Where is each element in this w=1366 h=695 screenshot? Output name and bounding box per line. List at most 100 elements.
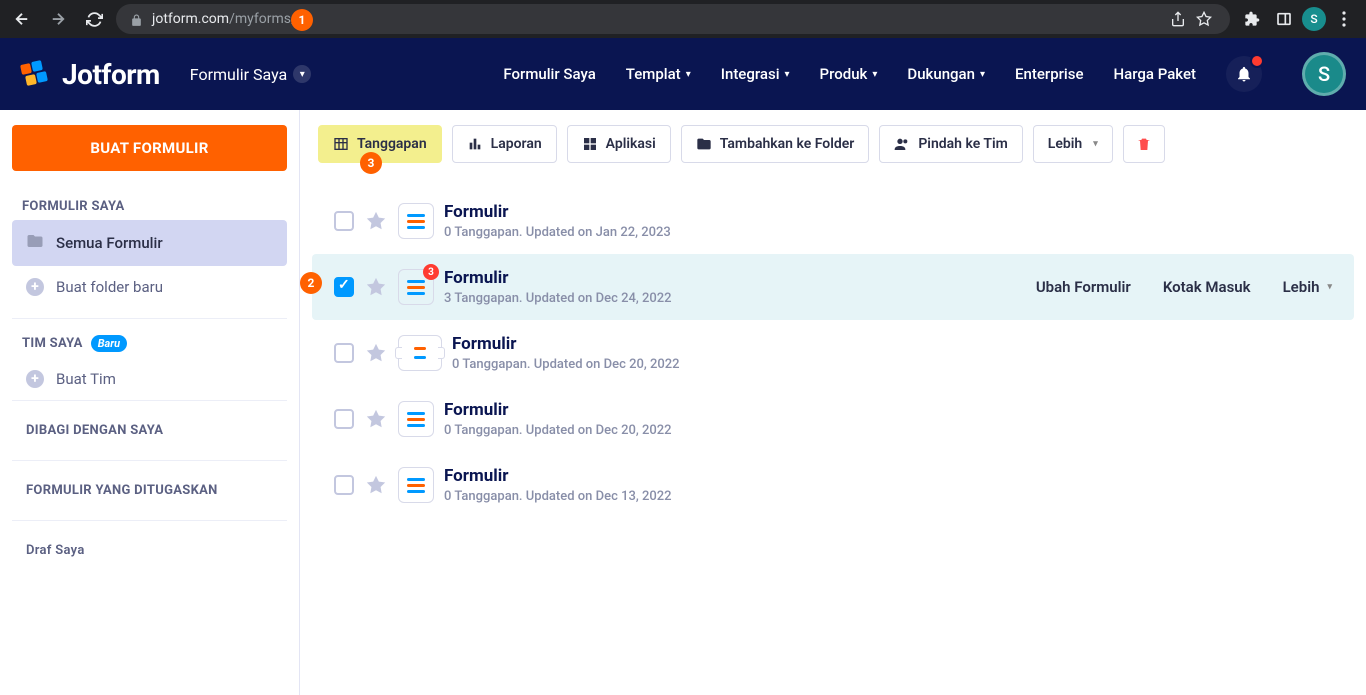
laporan-button[interactable]: Laporan xyxy=(452,125,557,163)
divider xyxy=(12,318,287,319)
form-title: Formulir xyxy=(452,334,1332,354)
notifications-button[interactable] xyxy=(1226,56,1262,92)
form-info[interactable]: Formulir3 Tanggapan. Updated on Dec 24, … xyxy=(444,268,1026,306)
nav-formulir-saya[interactable]: Formulir Saya xyxy=(503,65,595,83)
user-avatar[interactable]: S xyxy=(1302,52,1346,96)
badge-new: Baru xyxy=(91,335,127,352)
form-icon[interactable] xyxy=(398,203,434,239)
folder-icon xyxy=(26,232,44,254)
sidebar-item-label: Semua Formulir xyxy=(56,234,163,252)
create-form-button[interactable]: BUAT FORMULIR xyxy=(12,125,287,171)
grid-icon xyxy=(582,136,598,152)
trash-icon xyxy=(1136,136,1152,152)
form-icon[interactable]: 3 xyxy=(398,269,434,305)
form-row[interactable]: Formulir0 Tanggapan. Updated on Jan 22, … xyxy=(312,188,1354,254)
table-icon xyxy=(333,136,349,152)
url-bar[interactable]: jotform.com/myforms/ 1 xyxy=(116,4,1230,34)
chart-icon xyxy=(467,136,483,152)
nav-dukungan[interactable]: Dukungan▾ xyxy=(907,65,985,83)
bookmark-icon[interactable] xyxy=(1192,7,1216,31)
team-icon xyxy=(894,136,910,152)
sidebar-section-assigned[interactable]: FORMULIR YANG DITUGASKAN xyxy=(12,460,287,520)
chevron-down-icon: ▾ xyxy=(980,69,985,80)
row-checkbox[interactable] xyxy=(334,277,354,297)
share-icon[interactable] xyxy=(1166,7,1190,31)
edit-form-link[interactable]: Ubah Formulir xyxy=(1036,278,1131,296)
browser-menu-icon[interactable] xyxy=(1330,5,1358,33)
panel-icon[interactable] xyxy=(1270,5,1298,33)
sidebar-item-all-forms[interactable]: Semua Formulir xyxy=(12,220,287,266)
row-checkbox[interactable] xyxy=(334,409,354,429)
chevron-down-icon: ▾ xyxy=(686,69,691,80)
back-button[interactable] xyxy=(8,5,36,33)
form-icon[interactable] xyxy=(398,401,434,437)
form-list: Formulir 0 Tanggapan. Updated on Jan 22, … xyxy=(300,178,1366,528)
nav-integrasi[interactable]: Integrasi▾ xyxy=(721,65,790,83)
form-info[interactable]: Formulir 0 Tanggapan. Updated on Dec 20, … xyxy=(452,334,1332,372)
nav-produk[interactable]: Produk▾ xyxy=(820,65,878,83)
inbox-link[interactable]: Kotak Masuk xyxy=(1163,278,1251,296)
star-icon[interactable] xyxy=(364,209,388,233)
nav-harga[interactable]: Harga Paket xyxy=(1114,65,1197,83)
chevron-down-icon: ▾ xyxy=(785,69,790,80)
row-actions: Ubah Formulir Kotak Masuk Lebih ▾ xyxy=(1036,278,1332,296)
form-row[interactable]: Formulir 0 Tanggapan. Updated on Dec 20, … xyxy=(312,386,1354,452)
form-icon[interactable] xyxy=(398,467,434,503)
sidebar: BUAT FORMULIR FORMULIR SAYA Semua Formul… xyxy=(0,110,300,695)
notification-dot xyxy=(1250,54,1264,68)
logo[interactable]: Jotform xyxy=(20,58,160,91)
form-meta: 0 Tanggapan. Updated on Dec 13, 2022 xyxy=(444,489,1332,504)
chevron-down-icon: ▾ xyxy=(1093,139,1098,149)
reload-button[interactable] xyxy=(80,5,108,33)
star-icon[interactable] xyxy=(364,341,388,365)
form-title: Formulir xyxy=(444,400,1332,420)
star-icon[interactable] xyxy=(364,407,388,431)
chevron-down-icon: ▾ xyxy=(1327,282,1332,292)
plus-icon: + xyxy=(26,278,44,296)
chevron-down-icon: ▾ xyxy=(293,65,311,83)
logo-icon xyxy=(20,58,52,90)
main-panel: Tanggapan 3 Laporan Aplikasi Tambahkan k… xyxy=(300,110,1366,695)
form-meta: 3 Tanggapan. Updated on Dec 24, 2022 xyxy=(444,291,1026,306)
plus-icon: + xyxy=(26,370,44,388)
row-checkbox[interactable] xyxy=(334,343,354,363)
aplikasi-button[interactable]: Aplikasi xyxy=(567,125,671,163)
annotation-marker-3: 3 xyxy=(360,152,382,174)
sidebar-item-new-folder[interactable]: + Buat folder baru xyxy=(12,266,287,308)
move-to-team-button[interactable]: Pindah ke Tim xyxy=(879,125,1022,163)
form-meta: 0 Tanggapan. Updated on Dec 20, 2022 xyxy=(452,357,1332,372)
app-header: Jotform Formulir Saya ▾ Formulir Saya Te… xyxy=(0,38,1366,110)
row-checkbox[interactable] xyxy=(334,211,354,231)
form-row[interactable]: Formulir0 Tanggapan. Updated on Dec 13, … xyxy=(312,452,1354,518)
form-row[interactable]: 23Formulir3 Tanggapan. Updated on Dec 24… xyxy=(312,254,1354,320)
star-icon[interactable] xyxy=(364,473,388,497)
nav-enterprise[interactable]: Enterprise xyxy=(1015,65,1083,83)
more-button[interactable]: Lebih▾ xyxy=(1033,125,1113,163)
browser-chrome: jotform.com/myforms/ 1 S xyxy=(0,0,1366,38)
sidebar-section-shared[interactable]: DIBAGI DENGAN SAYA xyxy=(12,400,287,460)
row-more-link[interactable]: Lebih ▾ xyxy=(1283,278,1332,296)
browser-profile[interactable]: S xyxy=(1302,7,1326,31)
section-selector[interactable]: Formulir Saya ▾ xyxy=(190,65,312,84)
main-nav: Formulir Saya Templat▾ Integrasi▾ Produk… xyxy=(503,52,1346,96)
form-info[interactable]: Formulir0 Tanggapan. Updated on Jan 22, … xyxy=(444,202,1332,240)
form-meta: 0 Tanggapan. Updated on Jan 22, 2023 xyxy=(444,225,1332,240)
chevron-down-icon: ▾ xyxy=(872,69,877,80)
sidebar-item-label: Buat folder baru xyxy=(56,278,163,296)
nav-templat[interactable]: Templat▾ xyxy=(626,65,691,83)
forward-button[interactable] xyxy=(44,5,72,33)
star-icon[interactable] xyxy=(364,275,388,299)
sidebar-heading-myteam: TIM SAYA xyxy=(22,336,83,351)
form-row[interactable]: Formulir 0 Tanggapan. Updated on Dec 20, … xyxy=(312,320,1354,386)
url-text: jotform.com/myforms/ xyxy=(152,11,297,27)
row-checkbox[interactable] xyxy=(334,475,354,495)
delete-button[interactable] xyxy=(1123,125,1165,163)
form-info[interactable]: Formulir0 Tanggapan. Updated on Dec 13, … xyxy=(444,466,1332,504)
form-meta: 0 Tanggapan. Updated on Dec 20, 2022 xyxy=(444,423,1332,438)
add-to-folder-button[interactable]: Tambahkan ke Folder xyxy=(681,125,870,163)
sidebar-section-drafts[interactable]: Draf Saya xyxy=(12,520,287,580)
form-icon[interactable] xyxy=(398,335,442,371)
extensions-icon[interactable] xyxy=(1238,5,1266,33)
sidebar-item-create-team[interactable]: + Buat Tim xyxy=(12,358,287,400)
form-info[interactable]: Formulir 0 Tanggapan. Updated on Dec 20, … xyxy=(444,400,1332,438)
